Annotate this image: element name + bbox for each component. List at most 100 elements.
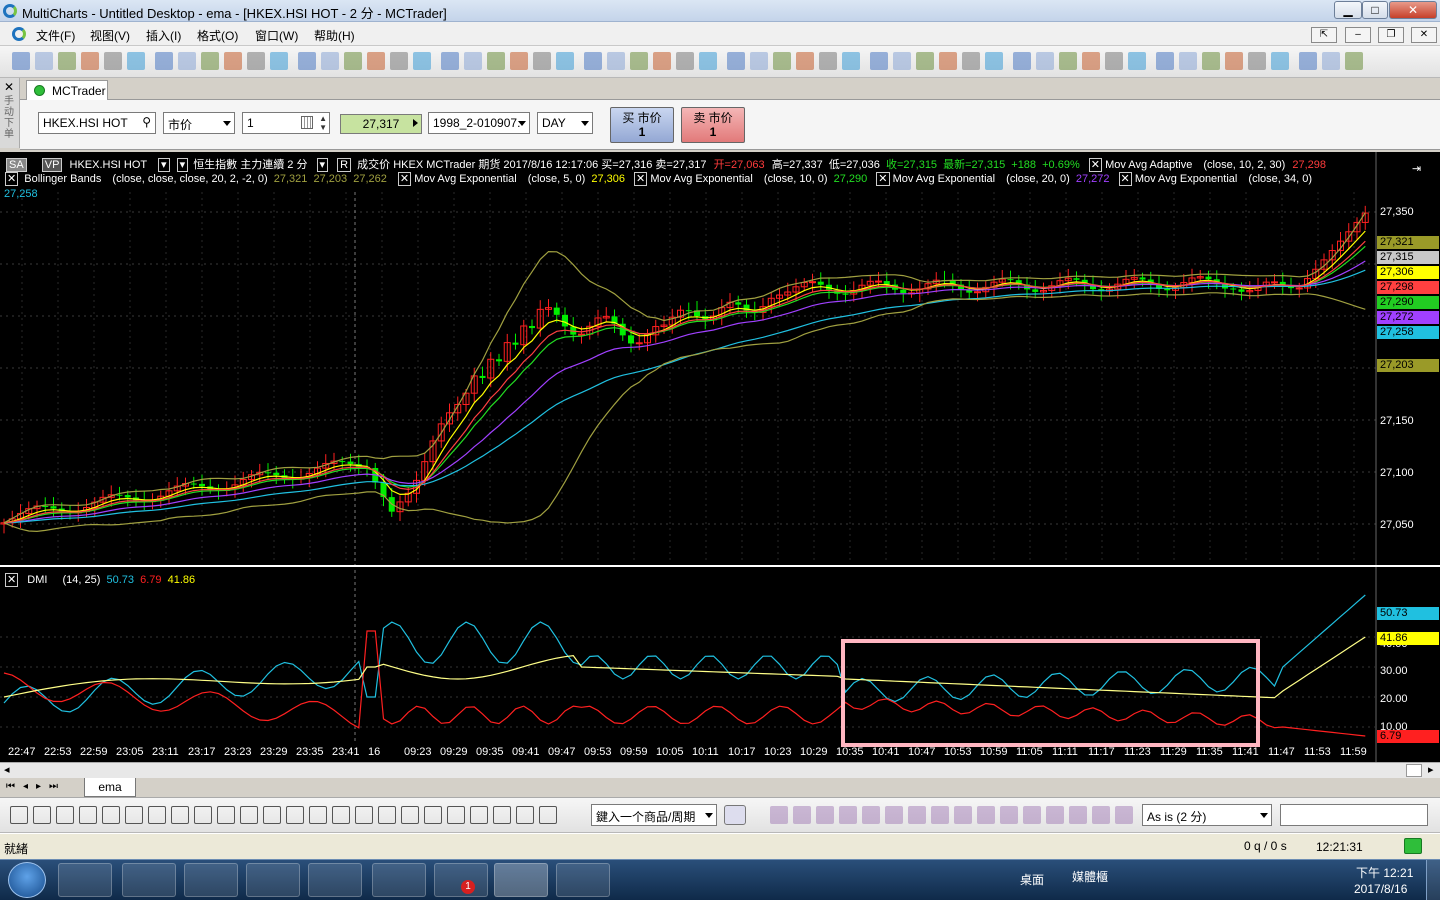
account-select[interactable]: 1998_2-010907.	[428, 112, 530, 134]
analysis-tool-icon[interactable]	[1023, 806, 1041, 824]
firefox-icon[interactable]	[184, 863, 238, 897]
toolbar-tool-icon[interactable]	[699, 52, 717, 70]
scroll-right-arrow-icon[interactable]: ▸	[1428, 763, 1434, 776]
menu-insert[interactable]: 插入(I)	[146, 27, 181, 44]
drawing-tool-icon[interactable]	[447, 806, 465, 824]
toolbar-tool-icon[interactable]	[1299, 52, 1317, 70]
refresh-icon[interactable]	[724, 805, 746, 825]
sa-badge[interactable]: SA	[6, 158, 27, 172]
drawing-tool-icon[interactable]	[10, 806, 28, 824]
toolbar-tool-icon[interactable]	[842, 52, 860, 70]
keypad-icon[interactable]	[301, 116, 313, 129]
mdi-close-button[interactable]: ✕	[1411, 27, 1437, 43]
toolbar-tool-icon[interactable]	[1013, 52, 1031, 70]
sell-market-button[interactable]: 卖 市价 1	[681, 107, 745, 143]
multicharts-taskbar-icon[interactable]	[494, 863, 548, 897]
drawing-tool-icon[interactable]	[102, 806, 120, 824]
start-button-icon[interactable]	[8, 862, 46, 898]
drawing-tool-icon[interactable]	[33, 806, 51, 824]
drawing-tool-icon[interactable]	[516, 806, 534, 824]
analysis-tool-icon[interactable]	[816, 806, 834, 824]
toolbar-tool-icon[interactable]	[676, 52, 694, 70]
drawing-tool-icon[interactable]	[148, 806, 166, 824]
buy-market-button[interactable]: 买 市价 1	[610, 107, 674, 143]
analysis-tool-icon[interactable]	[885, 806, 903, 824]
remove-bb-icon[interactable]: ✕	[5, 172, 19, 186]
analysis-tool-icon[interactable]	[839, 806, 857, 824]
order-type-select[interactable]: 市价	[163, 112, 235, 134]
menu-format[interactable]: 格式(O)	[197, 27, 238, 44]
toolbar-tool-icon[interactable]	[750, 52, 768, 70]
show-desktop-button[interactable]	[1426, 860, 1440, 900]
spin-arrows-icon[interactable]: ▲ ▼	[319, 114, 327, 132]
vp-badge[interactable]: VP	[41, 158, 63, 172]
analysis-tool-icon[interactable]	[1000, 806, 1018, 824]
drawing-tool-icon[interactable]	[171, 806, 189, 824]
drawing-tool-icon[interactable]	[240, 806, 258, 824]
toolbar-tool-icon[interactable]	[441, 52, 459, 70]
toolbar-tool-icon[interactable]	[962, 52, 980, 70]
toolbar-tool-icon[interactable]	[1345, 52, 1363, 70]
toolbar-tool-icon[interactable]	[35, 52, 53, 70]
drawing-tool-icon[interactable]	[401, 806, 419, 824]
analysis-tool-icon[interactable]	[954, 806, 972, 824]
drawing-tool-icon[interactable]	[263, 806, 281, 824]
minimize-button[interactable]: ▁	[1334, 1, 1362, 19]
symbol-field[interactable]: HKEX.HSI HOT ⚲	[38, 112, 156, 134]
drawing-tool-icon[interactable]	[355, 806, 373, 824]
file-explorer-icon[interactable]	[122, 863, 176, 897]
toolbar-tool-icon[interactable]	[796, 52, 814, 70]
chevron-right-icon[interactable]	[413, 119, 418, 127]
search-icon[interactable]: ⚲	[142, 115, 151, 129]
toolbar-tool-icon[interactable]	[510, 52, 528, 70]
analysis-tool-icon[interactable]	[908, 806, 926, 824]
resolution-select[interactable]: As is (2 分)	[1142, 804, 1272, 826]
toolbar-tool-icon[interactable]	[58, 52, 76, 70]
toolbar-tool-icon[interactable]	[201, 52, 219, 70]
toolbar-tool-icon[interactable]	[819, 52, 837, 70]
tab-mctrader[interactable]: MCTrader	[26, 80, 108, 101]
maximize-button[interactable]: □	[1362, 1, 1388, 19]
remove-dmi-icon[interactable]: ✕	[5, 573, 19, 587]
taskbar-date[interactable]: 2017/8/16	[1354, 882, 1407, 896]
toolbar-tool-icon[interactable]	[870, 52, 888, 70]
toolbar-tool-icon[interactable]	[1322, 52, 1340, 70]
panel-close-icon[interactable]: ✕	[4, 80, 14, 94]
remove-ema5-icon[interactable]: ✕	[397, 172, 412, 186]
toolbar-tool-icon[interactable]	[1082, 52, 1100, 70]
window-app-icon[interactable]	[246, 863, 300, 897]
toolbar-tool-icon[interactable]	[533, 52, 551, 70]
toolbar-tool-icon[interactable]	[487, 52, 505, 70]
toolbar-tool-icon[interactable]	[12, 52, 30, 70]
mdi-minimize-button[interactable]: –	[1345, 27, 1371, 43]
toolbar-tool-icon[interactable]	[916, 52, 934, 70]
mdi-detach-button[interactable]: ⇱	[1311, 27, 1337, 43]
toolbar-tool-icon[interactable]	[367, 52, 385, 70]
menu-window[interactable]: 窗口(W)	[255, 27, 298, 44]
menu-view[interactable]: 视图(V)	[90, 27, 130, 44]
toolbar-tool-icon[interactable]	[1059, 52, 1077, 70]
toolbar-tool-icon[interactable]	[556, 52, 574, 70]
remove-ema20-icon[interactable]: ✕	[876, 172, 890, 186]
toolbar-tool-icon[interactable]	[1179, 52, 1197, 70]
toolbar-tool-icon[interactable]	[1036, 52, 1054, 70]
horizontal-scrollbar[interactable]: ◂ ▸	[0, 762, 1440, 778]
toolbar-tool-icon[interactable]	[298, 52, 316, 70]
drawing-tool-icon[interactable]	[309, 806, 327, 824]
paint-icon[interactable]	[556, 863, 610, 897]
media-player-icon[interactable]	[58, 863, 112, 897]
toolbar-tool-icon[interactable]	[1156, 52, 1174, 70]
toolbar-tool-icon[interactable]	[584, 52, 602, 70]
desc-dropdown-icon[interactable]: ▾	[176, 158, 189, 172]
toolbar-tool-icon[interactable]	[247, 52, 265, 70]
analysis-tool-icon[interactable]	[1115, 806, 1133, 824]
media-library-label[interactable]: 媒體櫃	[1072, 868, 1108, 885]
toolbar-tool-icon[interactable]	[224, 52, 242, 70]
remove-ema34-icon[interactable]: ✕	[1118, 172, 1132, 186]
drawing-tool-icon[interactable]	[286, 806, 304, 824]
drawing-tool-icon[interactable]	[470, 806, 488, 824]
symbol-period-input[interactable]: 鍵入一个商品/周期	[591, 804, 717, 826]
toolbar-tool-icon[interactable]	[344, 52, 362, 70]
r-badge[interactable]: R	[337, 158, 352, 172]
command-input[interactable]	[1280, 804, 1428, 826]
